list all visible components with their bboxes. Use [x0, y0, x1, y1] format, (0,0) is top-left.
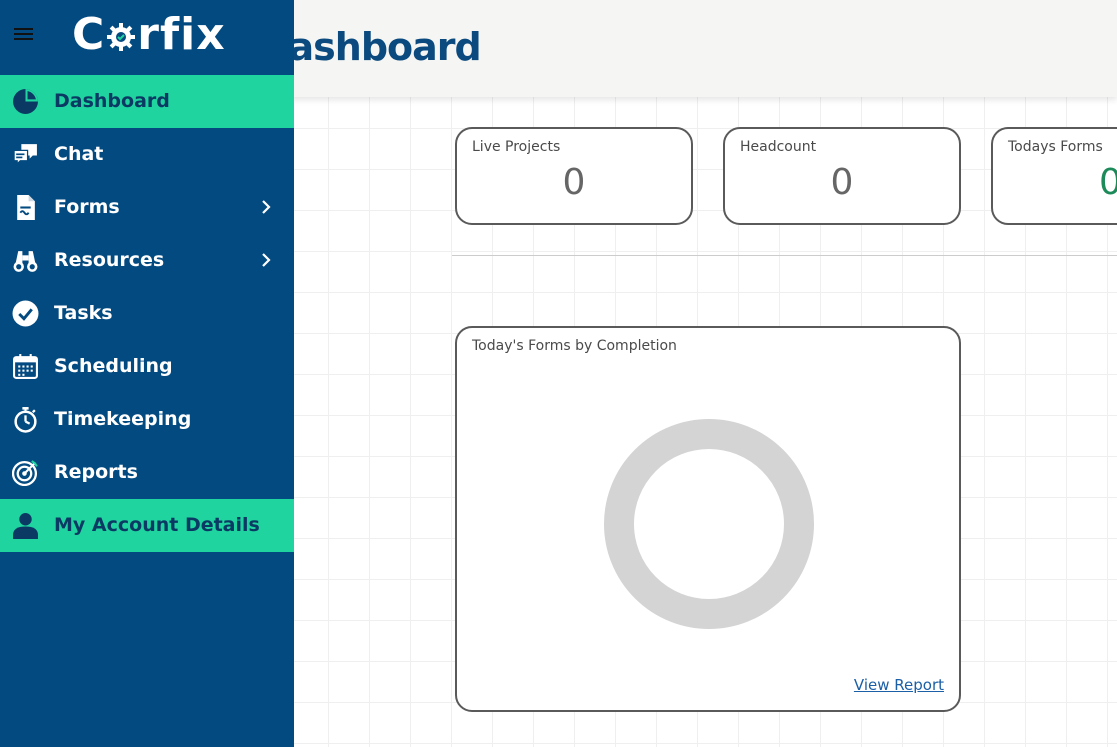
gear-icon	[107, 23, 136, 51]
sidebar-item-label: Tasks	[54, 302, 113, 324]
corfix-logo: Crfix	[72, 9, 226, 60]
sidebar-item-label: Chat	[54, 143, 104, 165]
todays-forms-label: Todays Forms	[1008, 139, 1103, 155]
sidebar-item-label: Resources	[54, 249, 165, 271]
sidebar-item-timekeeping[interactable]: Timekeeping	[0, 393, 294, 446]
sidebar-item-reports[interactable]: Reports	[0, 446, 294, 499]
user-icon	[13, 513, 38, 539]
calendar-icon	[13, 354, 38, 379]
view-report-link[interactable]: View Report	[854, 676, 944, 694]
sidebar-item-resources[interactable]: Resources	[0, 234, 294, 287]
sidebar-nav: Dashboard Chat Forms Resources Tasks Sch…	[0, 75, 294, 552]
sidebar-item-tasks[interactable]: Tasks	[0, 287, 294, 340]
sidebar-item-label: Scheduling	[54, 355, 173, 377]
sidebar-item-label: Dashboard	[54, 90, 170, 112]
binoculars-icon	[13, 251, 38, 272]
live-projects-value: 0	[562, 162, 586, 203]
sidebar-header: Crfix	[0, 0, 294, 75]
hamburger-menu-icon[interactable]	[14, 28, 33, 42]
stopwatch-icon	[14, 407, 37, 433]
chevron-right-icon[interactable]	[258, 252, 274, 268]
section-divider	[452, 255, 1117, 256]
sidebar-item-label: Forms	[54, 196, 120, 218]
chat-icon	[13, 144, 37, 166]
sidebar-item-scheduling[interactable]: Scheduling	[0, 340, 294, 393]
live-projects-label: Live Projects	[472, 139, 561, 155]
target-icon	[12, 460, 38, 486]
live-projects-card: Live Projects 0	[455, 127, 693, 225]
headcount-card: Headcount 0	[723, 127, 961, 225]
sidebar-item-label: Timekeeping	[54, 408, 192, 430]
todays-forms-card: Todays Forms 0	[991, 127, 1117, 225]
sidebar: Crfix Dashboard Chat Forms Resources Tas…	[0, 0, 294, 747]
sidebar-item-dashboard[interactable]: Dashboard	[0, 75, 294, 128]
sidebar-item-label: My Account Details	[54, 514, 260, 536]
todays-forms-value: 0	[1099, 162, 1117, 203]
sidebar-item-my-account[interactable]: My Account Details	[0, 499, 294, 552]
headcount-label: Headcount	[740, 139, 817, 155]
sidebar-item-label: Reports	[54, 461, 138, 483]
pie-chart-icon	[13, 89, 38, 114]
completion-donut-ring	[604, 419, 814, 629]
forms-completion-card: Today's Forms by Completion View Report	[455, 326, 961, 712]
form-icon	[17, 195, 35, 220]
check-circle-icon	[12, 300, 39, 327]
chevron-right-icon[interactable]	[258, 199, 274, 215]
headcount-value: 0	[830, 162, 854, 203]
sidebar-item-forms[interactable]: Forms	[0, 181, 294, 234]
completion-donut-chart	[604, 419, 814, 629]
forms-completion-title: Today's Forms by Completion	[472, 338, 677, 354]
sidebar-item-chat[interactable]: Chat	[0, 128, 294, 181]
